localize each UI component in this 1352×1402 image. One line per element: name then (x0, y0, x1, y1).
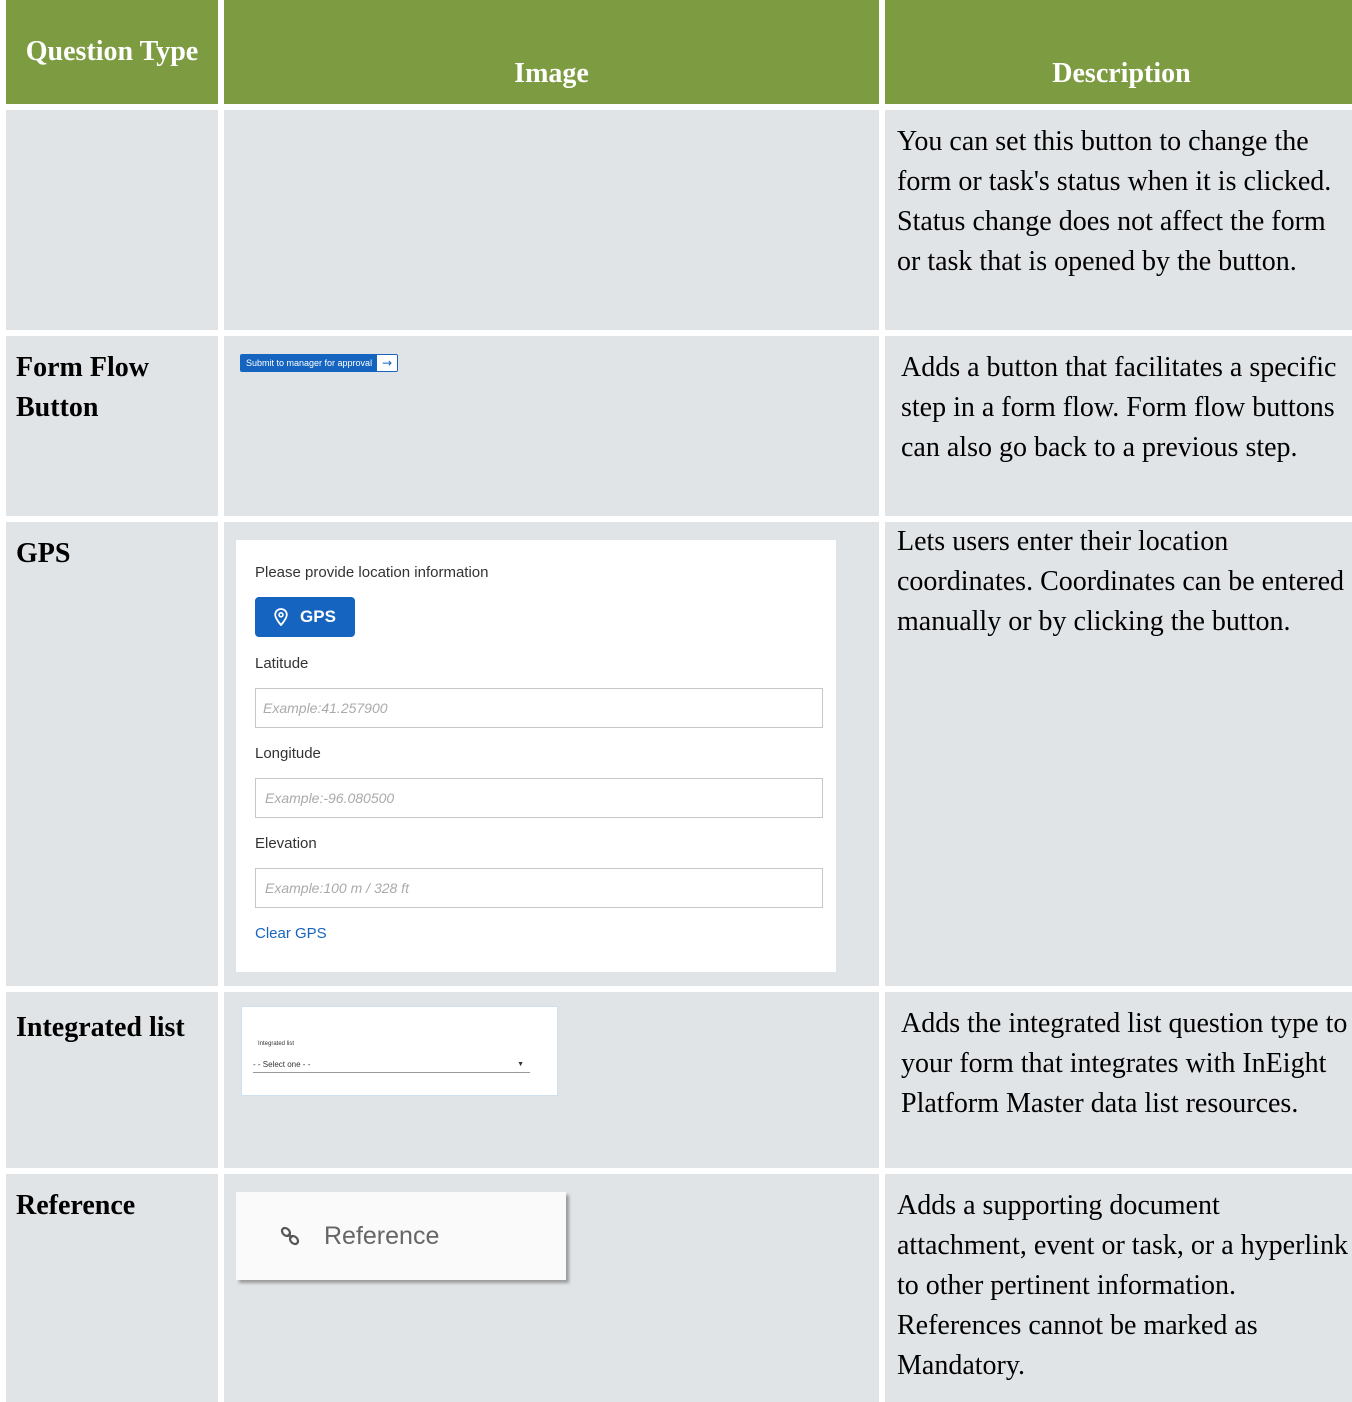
elevation-label: Elevation (255, 835, 317, 852)
description-text: Adds a supporting document attachment, e… (897, 1190, 1348, 1381)
row-form-flow-question-type: Form Flow Button (6, 336, 218, 516)
question-types-table: Question Type Image Description You can … (0, 0, 1352, 1402)
row-reference-image: Reference (224, 1174, 879, 1402)
integrated-list-caption: Integrated list (258, 1041, 295, 1047)
row-0-image (224, 110, 879, 330)
row-0-question-type (6, 110, 218, 330)
row-gps-question-type: GPS (6, 522, 218, 986)
gps-form-card: Please provide location information GPS … (236, 540, 836, 972)
elevation-field[interactable]: Example:100 m / 328 ft (255, 868, 823, 908)
latitude-field[interactable]: Example:41.257900 (255, 688, 823, 728)
integrated-list-card: Integrated list - - Select one - - ▼ (241, 1006, 558, 1096)
arrow-right-icon: → (377, 355, 398, 371)
header-image: Image (224, 0, 879, 104)
description-text: You can set this button to change the fo… (897, 126, 1332, 277)
link-icon (280, 1226, 300, 1246)
description-text: Lets users enter their location coordina… (897, 526, 1345, 637)
row-0-description: You can set this button to change the fo… (885, 110, 1352, 330)
reference-label: Reference (324, 1221, 440, 1250)
question-type-label (6, 110, 218, 126)
row-integrated-list-image: Integrated list - - Select one - - ▼ (224, 992, 879, 1168)
row-integrated-list-description: Adds the integrated list question type t… (885, 992, 1352, 1168)
row-integrated-list-question-type: Integrated list (6, 992, 218, 1168)
row-gps-image: Please provide location information GPS … (224, 522, 879, 986)
clear-gps-link[interactable]: Clear GPS (255, 925, 327, 942)
integrated-list-select[interactable]: - - Select one - - ▼ (253, 1059, 530, 1073)
caret-down-icon: ▼ (517, 1061, 524, 1068)
longitude-label: Longitude (255, 745, 321, 762)
submit-button-label: Submit to manager for approval (241, 355, 378, 371)
question-type-label: Reference (16, 1190, 136, 1221)
row-gps-description: Lets users enter their location coordina… (885, 522, 1352, 986)
row-reference-question-type: Reference (6, 1174, 218, 1402)
description-text: Adds the integrated list question type t… (901, 1008, 1348, 1119)
row-reference-description: Adds a supporting document attachment, e… (885, 1174, 1352, 1402)
select-value: - - Select one - - (253, 1060, 311, 1069)
latitude-label: Latitude (255, 655, 309, 672)
gps-button[interactable]: GPS (255, 597, 355, 637)
submit-to-manager-button[interactable]: Submit to manager for approval → (240, 354, 399, 372)
reference-button[interactable]: Reference (236, 1192, 566, 1280)
header-description: Description (885, 0, 1352, 104)
question-type-label: Form Flow Button (16, 352, 149, 423)
gps-prompt: Please provide location information (255, 564, 489, 581)
location-pin-icon (274, 608, 288, 626)
gps-button-label: GPS (300, 607, 336, 626)
longitude-field[interactable]: Example:-96.080500 (255, 778, 823, 818)
question-type-label: Integrated list (16, 1012, 185, 1043)
row-form-flow-image: Submit to manager for approval → (224, 336, 879, 516)
header-question-type: Question Type (6, 0, 218, 104)
question-type-label: GPS (16, 538, 71, 569)
row-form-flow-description: Adds a button that facilitates a specifi… (885, 336, 1352, 516)
description-text: Adds a button that facilitates a specifi… (901, 352, 1337, 463)
